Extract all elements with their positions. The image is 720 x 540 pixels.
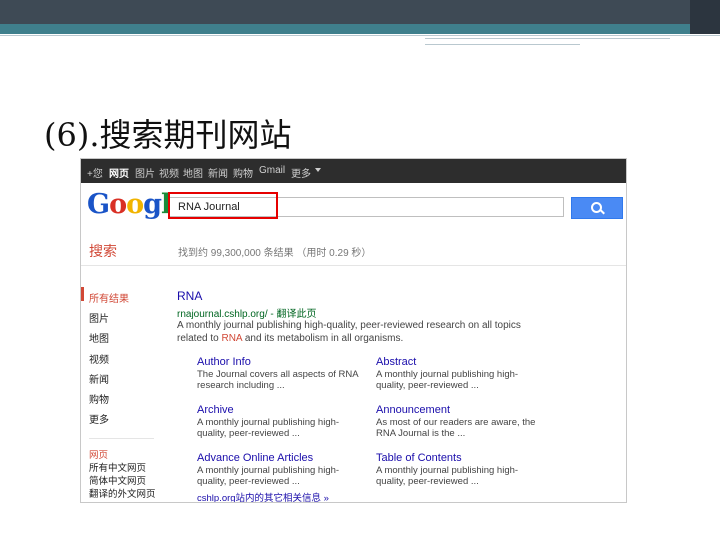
result-stats: 找到约 99,300,000 条结果 （用时 0.29 秒） <box>178 248 372 259</box>
sitelink-title[interactable]: Advance Online Articles <box>197 452 362 465</box>
slide-title: (6).搜索期刊网站 <box>44 116 292 154</box>
sitelink: Author Info The Journal covers all aspec… <box>197 356 362 391</box>
gbar-item-web[interactable]: 网页 <box>109 165 129 180</box>
slide-divider-line <box>425 44 580 45</box>
chevron-down-icon <box>315 168 321 172</box>
sitelink: Table of Contents A monthly journal publ… <box>376 452 541 487</box>
nav-section-web[interactable]: 网页 <box>89 447 108 461</box>
gbar-item-images[interactable]: 图片 <box>135 165 155 180</box>
nav-item-news[interactable]: 新闻 <box>89 371 109 386</box>
slide-top-bar <box>0 0 720 24</box>
nav-item-images[interactable]: 图片 <box>89 310 109 325</box>
sitelink: Announcement As most of our readers are … <box>376 404 541 439</box>
sitelink-title[interactable]: Table of Contents <box>376 452 541 465</box>
sitelink: Advance Online Articles A monthly journa… <box>197 452 362 487</box>
gbar-item-shopping[interactable]: 购物 <box>233 165 253 180</box>
sitelink-title[interactable]: Author Info <box>197 356 362 369</box>
search-section-label: 搜索 <box>89 243 117 259</box>
sitelink-desc: As most of our readers are aware, the RN… <box>376 417 536 439</box>
more-results-link[interactable]: cshlp.org站内的其它相关信息 » <box>197 490 329 502</box>
gbar-item-gmail[interactable]: Gmail <box>259 165 285 176</box>
nav-divider <box>89 438 154 439</box>
nav-item-more[interactable]: 更多 <box>89 411 109 426</box>
nav-item-maps[interactable]: 地图 <box>89 330 109 345</box>
nav-item-all-chinese[interactable]: 所有中文网页 <box>89 460 146 474</box>
sitelink-desc: A monthly journal publishing high-qualit… <box>197 417 340 439</box>
slide-divider-line <box>425 38 670 39</box>
gbar-item-maps[interactable]: 地图 <box>183 165 203 180</box>
result-url[interactable]: rnajournal.cshlp.org/ - 翻译此页 <box>177 305 317 320</box>
search-icon-handle <box>600 209 605 215</box>
nav-item-all-results[interactable]: 所有结果 <box>89 290 129 305</box>
header-divider <box>81 265 626 266</box>
result-title-link[interactable]: RNA <box>177 289 202 303</box>
sitelink-title[interactable]: Archive <box>197 404 362 417</box>
active-nav-indicator <box>81 287 84 301</box>
highlight-box <box>168 192 278 219</box>
result-snippet: A monthly journal publishing high-qualit… <box>177 320 521 344</box>
sitelink: Archive A monthly journal publishing hig… <box>197 404 362 439</box>
gbar-item-plus-you[interactable]: +您 <box>87 165 103 180</box>
gbar-item-videos[interactable]: 视频 <box>159 165 179 180</box>
sitelink-desc: A monthly journal publishing high-qualit… <box>376 369 519 391</box>
slide-divider-line <box>0 35 720 36</box>
gbar-item-more[interactable]: 更多 <box>291 165 311 180</box>
sitelink-title[interactable]: Announcement <box>376 404 541 417</box>
nav-item-shopping[interactable]: 购物 <box>89 391 109 406</box>
google-top-bar: +您 网页 图片 视频 地图 新闻 购物 Gmail 更多 <box>81 159 626 183</box>
sitelink-title[interactable]: Abstract <box>376 356 541 369</box>
nav-item-simplified-chinese[interactable]: 简体中文网页 <box>89 473 146 487</box>
sitelink-desc: A monthly journal publishing high-qualit… <box>197 465 340 487</box>
gbar-item-news[interactable]: 新闻 <box>208 165 228 180</box>
sitelink: Abstract A monthly journal publishing hi… <box>376 356 541 391</box>
slide-top-accent <box>0 24 720 34</box>
search-button[interactable] <box>571 197 623 219</box>
sitelink-desc: The Journal covers all aspects of RNA re… <box>197 369 359 391</box>
sitelink-desc: A monthly journal publishing high-qualit… <box>376 465 519 487</box>
slide-corner-block <box>690 0 720 34</box>
google-results-screenshot: +您 网页 图片 视频 地图 新闻 购物 Gmail 更多 Google 搜索 … <box>80 158 627 503</box>
nav-item-translated-foreign[interactable]: 翻译的外文网页 <box>89 486 156 500</box>
nav-item-videos[interactable]: 视频 <box>89 351 109 366</box>
